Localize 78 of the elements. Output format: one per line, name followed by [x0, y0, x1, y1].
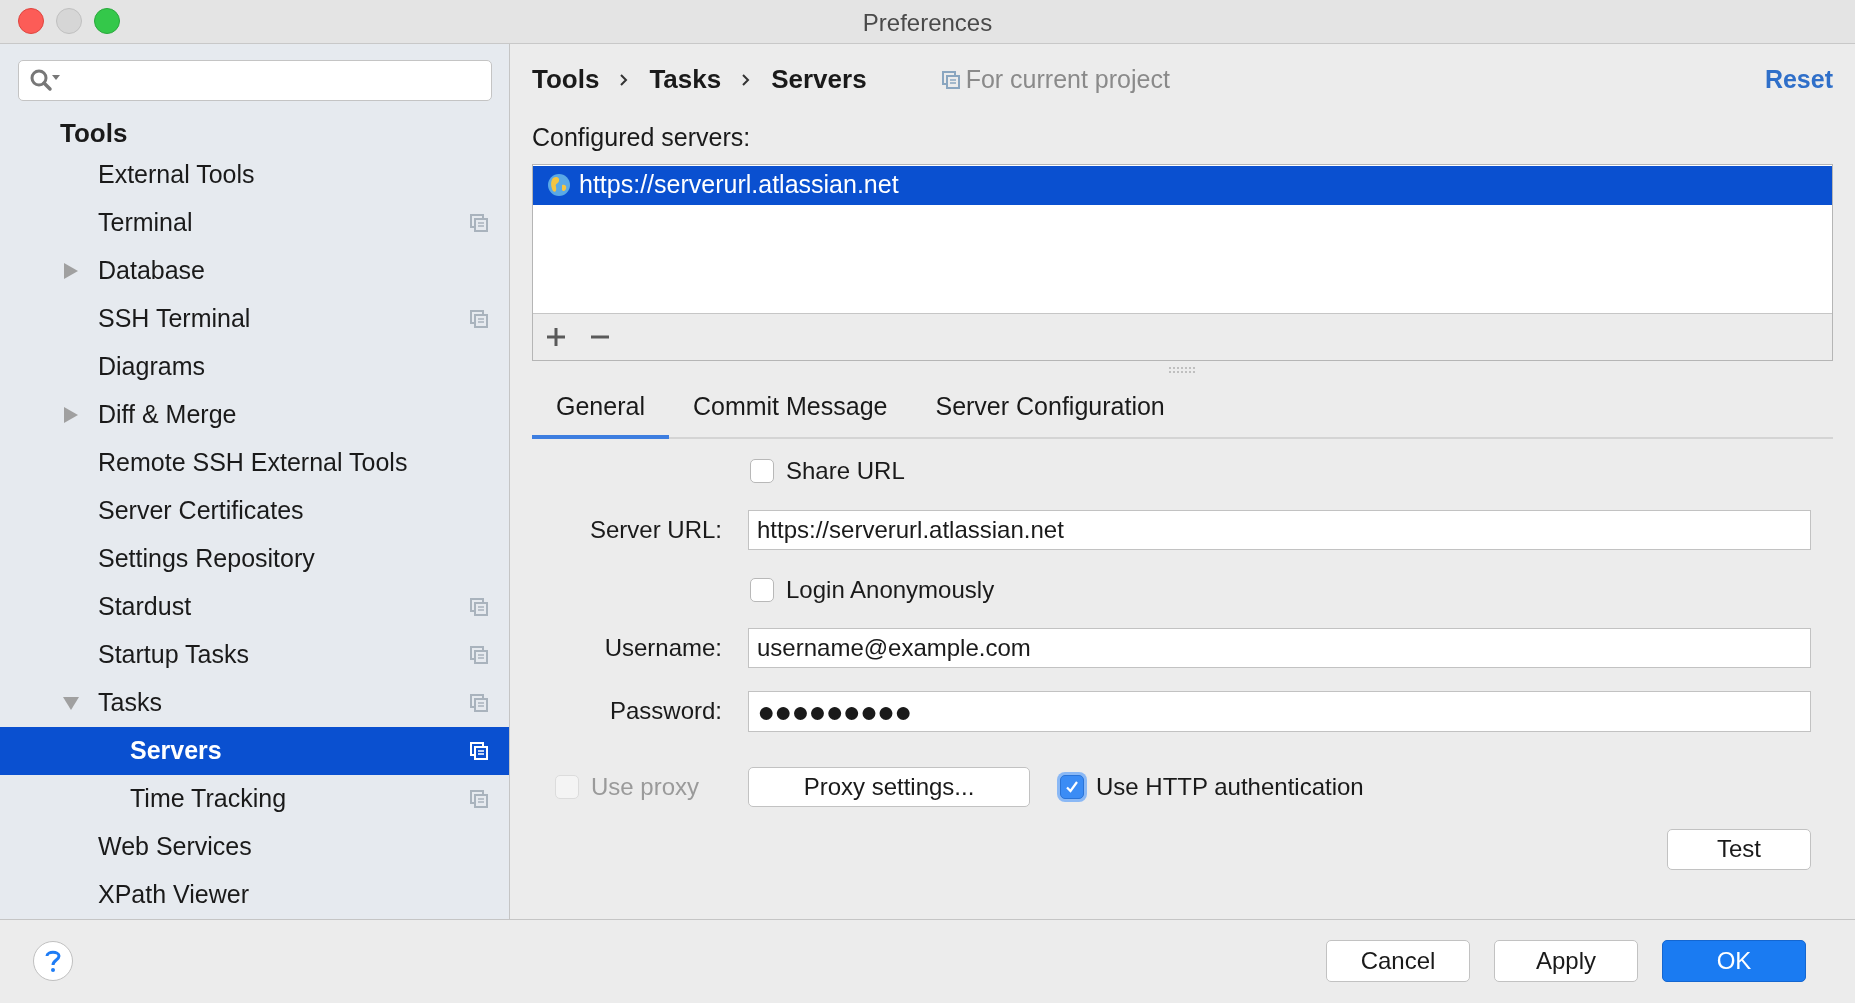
tree-item[interactable]: XPath Viewer: [0, 870, 509, 919]
item-label: Diagrams: [98, 350, 205, 382]
tree-item[interactable]: Settings Repository: [0, 534, 509, 583]
username-field[interactable]: username@example.com: [748, 627, 1811, 668]
item-label: Servers: [130, 734, 222, 766]
configured-servers-label: Configured servers:: [532, 122, 751, 154]
reset-link[interactable]: Reset: [1764, 60, 1833, 99]
server-row[interactable]: https://serverurl.atlassian.net: [533, 165, 1832, 205]
item-label: Startup Tasks: [98, 638, 249, 670]
tree-item[interactable]: Time Tracking: [0, 774, 509, 823]
server-url-field[interactable]: https://serverurl.atlassian.net: [748, 509, 1811, 550]
password-field[interactable]: ●●●●●●●●●: [748, 690, 1811, 732]
tree-item[interactable]: Startup Tasks: [0, 630, 509, 679]
breadcrumb-item: Servers: [771, 63, 867, 97]
checkbox[interactable]: [750, 578, 774, 603]
item-label: Stardust: [98, 590, 192, 622]
dialog-button[interactable]: Apply: [1494, 940, 1638, 983]
tab[interactable]: Server Configuration: [911, 378, 1189, 439]
share-url-label: Share URL: [786, 456, 905, 487]
tree-item[interactable]: External Tools: [0, 150, 509, 199]
breadcrumb-item: Tools: [532, 63, 600, 97]
minimize-button[interactable]: [56, 8, 82, 35]
checkbox[interactable]: [750, 459, 774, 484]
project-scope-icon: [941, 70, 960, 89]
item-label: Tasks: [98, 686, 162, 718]
globe-icon: [547, 173, 571, 198]
add-icon[interactable]: [545, 325, 567, 348]
window-title: Preferences: [862, 8, 993, 38]
password-label: Password:: [608, 696, 722, 727]
help-icon: [45, 949, 61, 974]
tree-item[interactable]: Diagrams: [0, 342, 509, 391]
search-field[interactable]: [18, 59, 492, 101]
checkbox[interactable]: [1060, 774, 1084, 799]
help-button[interactable]: [33, 941, 73, 982]
use-proxy-label: Use proxy: [591, 771, 700, 802]
chevron-icon: [741, 72, 752, 87]
item-label: External Tools: [98, 158, 255, 190]
proxy-settings-button[interactable]: Proxy settings...: [748, 766, 1030, 807]
login-anonymously-label: Login Anonymously: [786, 575, 995, 606]
ok-button[interactable]: OK: [1662, 940, 1806, 983]
http-auth-label: Use HTTP authentication: [1096, 771, 1364, 802]
item-label: Terminal: [98, 206, 193, 238]
breadcrumb-item: Tasks: [649, 63, 722, 97]
server-url-label: Server URL:: [588, 514, 722, 545]
item-label: Web Services: [98, 830, 252, 862]
zoom-button[interactable]: [94, 8, 120, 35]
item-label: Database: [98, 254, 206, 286]
tree-item[interactable]: Database: [0, 246, 509, 295]
item-label: XPath Viewer: [98, 878, 249, 910]
item-label: Settings Repository: [98, 542, 315, 574]
tree-item[interactable]: Server Certificates: [0, 486, 509, 535]
tab[interactable]: Commit Message: [668, 378, 912, 439]
tree-item[interactable]: Diff & Merge: [0, 390, 509, 439]
tree-item[interactable]: Servers: [0, 726, 509, 775]
search-icon: [29, 68, 63, 93]
collapsed-arrow-icon[interactable]: [62, 261, 80, 280]
collapsed-arrow-icon[interactable]: [62, 405, 80, 424]
splitter-handle[interactable]: [1167, 366, 1198, 373]
tree-item[interactable]: Remote SSH External Tools: [0, 438, 509, 487]
tree-item[interactable]: Terminal: [0, 198, 509, 247]
test-button[interactable]: Test: [1667, 828, 1811, 870]
server-url: https://serverurl.atlassian.net: [579, 169, 899, 201]
scope-label: For current project: [965, 63, 1170, 95]
dialog-button[interactable]: Cancel: [1326, 940, 1470, 983]
close-button[interactable]: [18, 8, 44, 35]
tab[interactable]: General: [532, 378, 669, 439]
chevron-icon: [619, 72, 630, 87]
item-label: Diff & Merge: [98, 398, 237, 430]
section-heading: Tools: [60, 116, 128, 150]
tree-item[interactable]: Web Services: [0, 822, 509, 871]
tree-item[interactable]: Stardust: [0, 582, 509, 631]
item-label: Remote SSH External Tools: [98, 446, 408, 478]
username-label: Username:: [603, 632, 722, 663]
tree-item[interactable]: SSH Terminal: [0, 294, 509, 343]
item-label: SSH Terminal: [98, 302, 251, 334]
item-label: Time Tracking: [130, 782, 287, 814]
tree-item[interactable]: Tasks: [0, 678, 509, 727]
item-label: Server Certificates: [98, 494, 304, 526]
